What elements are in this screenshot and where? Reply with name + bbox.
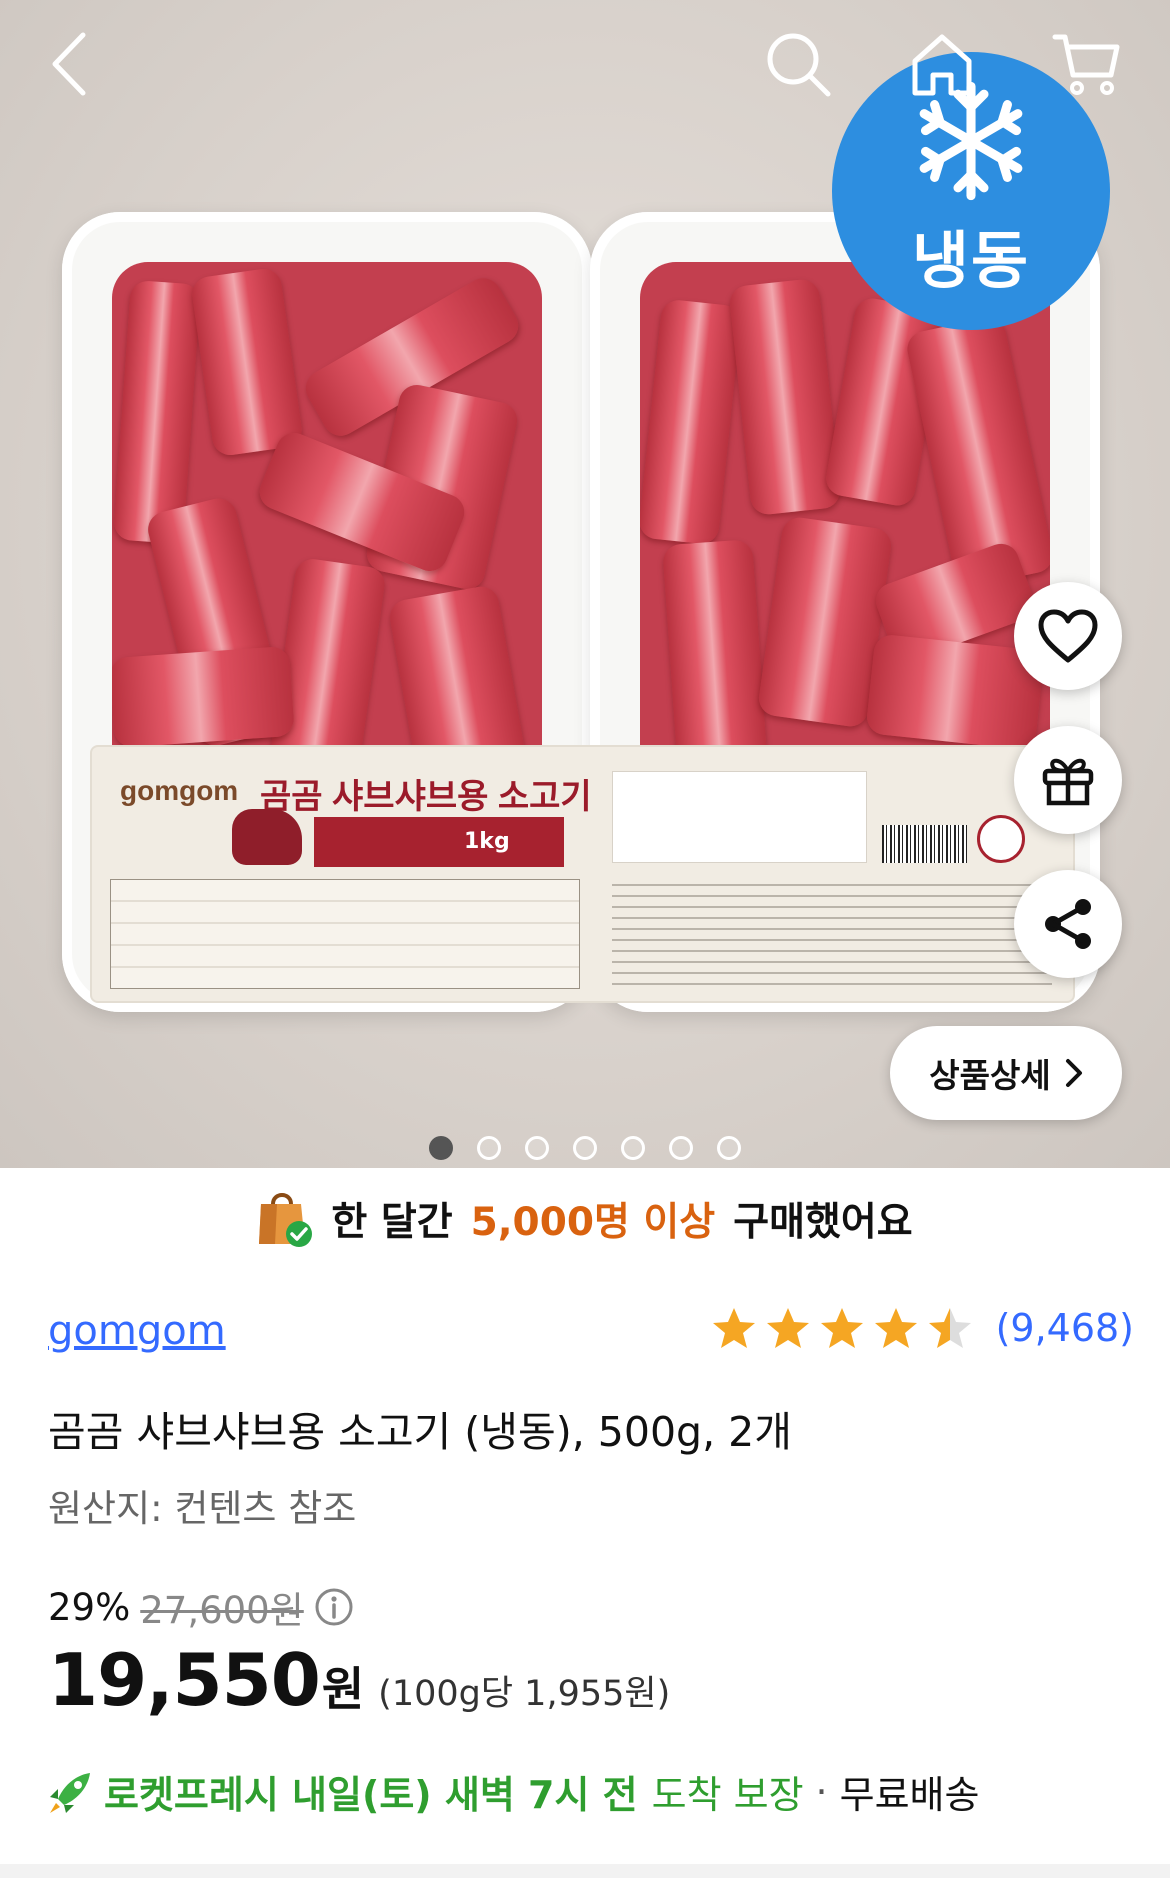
rating[interactable]: (9,468) xyxy=(712,1304,1134,1352)
chevron-left-icon xyxy=(52,32,86,96)
meat-rolls xyxy=(640,262,1050,782)
cart-button[interactable] xyxy=(1046,24,1126,104)
cow-graphic xyxy=(232,809,302,865)
meat-rolls xyxy=(112,262,542,782)
product-image[interactable]: gomgom 곰곰 샤브샤브용 소고기 1kg 냉동 상품상세 xyxy=(0,0,1170,1168)
package-weight: 1kg xyxy=(314,817,564,867)
package-label-right xyxy=(602,765,1062,985)
page-dot[interactable] xyxy=(477,1136,501,1160)
unit-price: (100g당 1,955원) xyxy=(378,1674,671,1714)
package-brand: gomgom xyxy=(120,775,239,806)
haccp-mark xyxy=(977,815,1025,863)
free-shipping: 무료배송 xyxy=(839,1773,980,1817)
product-detail-label: 상품상세 xyxy=(929,1056,1051,1095)
rocket-icon xyxy=(50,1772,90,1813)
tracking-box xyxy=(612,771,867,863)
review-count[interactable]: (9,468) xyxy=(996,1306,1134,1350)
home-icon xyxy=(912,34,972,96)
star-icon xyxy=(820,1308,863,1348)
delivery-separator: · xyxy=(815,1769,828,1814)
gift-icon xyxy=(1042,758,1094,806)
discount-row: 29% 27,600원 xyxy=(48,1580,354,1634)
wishlist-button[interactable] xyxy=(1014,582,1122,690)
brand-link[interactable]: gomgom xyxy=(48,1308,226,1354)
home-button[interactable] xyxy=(902,24,982,104)
star-icon xyxy=(712,1308,755,1348)
share-button[interactable] xyxy=(1014,870,1122,978)
star-icon xyxy=(766,1308,809,1348)
search-icon xyxy=(767,33,831,97)
image-pagination[interactable] xyxy=(0,1136,1170,1160)
package-info-table xyxy=(110,879,580,989)
purchase-count-banner: 한 달간 5,000명 이상 구매했어요 xyxy=(0,1184,1170,1254)
barcode-graphic xyxy=(882,825,967,863)
arrival-guarantee: 도착 보장 xyxy=(651,1773,804,1817)
cart-icon xyxy=(1052,34,1120,95)
page-dot[interactable] xyxy=(717,1136,741,1160)
package-title: 곰곰 샤브샤브용 소고기 xyxy=(260,778,592,816)
star-rating xyxy=(712,1308,971,1348)
delivery-info: 로켓프레시 내일(토) 새벽 7시 전 도착 보장 · 무료배송 xyxy=(46,1764,979,1819)
page-dot[interactable] xyxy=(621,1136,645,1160)
frozen-badge-label: 냉동 xyxy=(911,224,1031,297)
package-label: gomgom 곰곰 샤브샤브용 소고기 1kg xyxy=(90,745,1075,1003)
sale-price: 19,550 xyxy=(48,1638,321,1722)
heart-icon xyxy=(1038,609,1098,663)
buyers-suffix: 구매했어요 xyxy=(733,1200,913,1245)
rocket-delivery-text: 로켓프레시 내일(토) 새벽 7시 전 xyxy=(104,1773,638,1817)
buyers-count: 5,000명 이상 xyxy=(470,1200,716,1245)
price-row: 19,550 원 (100g당 1,955원) xyxy=(48,1638,670,1722)
page-dot[interactable] xyxy=(429,1136,453,1160)
page-dot[interactable] xyxy=(525,1136,549,1160)
discount-rate: 29% xyxy=(48,1585,131,1629)
page-dot[interactable] xyxy=(669,1136,693,1160)
info-icon[interactable] xyxy=(314,1587,354,1627)
star-icon xyxy=(874,1308,917,1348)
buyers-prefix: 한 달간 xyxy=(331,1200,453,1245)
original-price: 27,600원 xyxy=(140,1589,304,1632)
section-divider xyxy=(0,1864,1170,1878)
shopping-bag-icon xyxy=(259,1193,313,1247)
chevron-right-icon xyxy=(1065,1059,1082,1087)
fine-print xyxy=(612,875,1052,985)
back-button[interactable] xyxy=(30,24,110,104)
page-dot[interactable] xyxy=(573,1136,597,1160)
search-button[interactable] xyxy=(758,24,838,104)
product-title: 곰곰 샤브샤브용 소고기 (냉동), 500g, 2개 xyxy=(48,1408,792,1456)
half-star-icon xyxy=(928,1308,971,1348)
product-detail-button[interactable]: 상품상세 xyxy=(890,1026,1122,1120)
gift-button[interactable] xyxy=(1014,726,1122,834)
currency-unit: 원 xyxy=(321,1662,365,1716)
product-origin: 원산지: 컨텐츠 참조 xyxy=(48,1487,357,1530)
share-icon xyxy=(1045,899,1091,949)
